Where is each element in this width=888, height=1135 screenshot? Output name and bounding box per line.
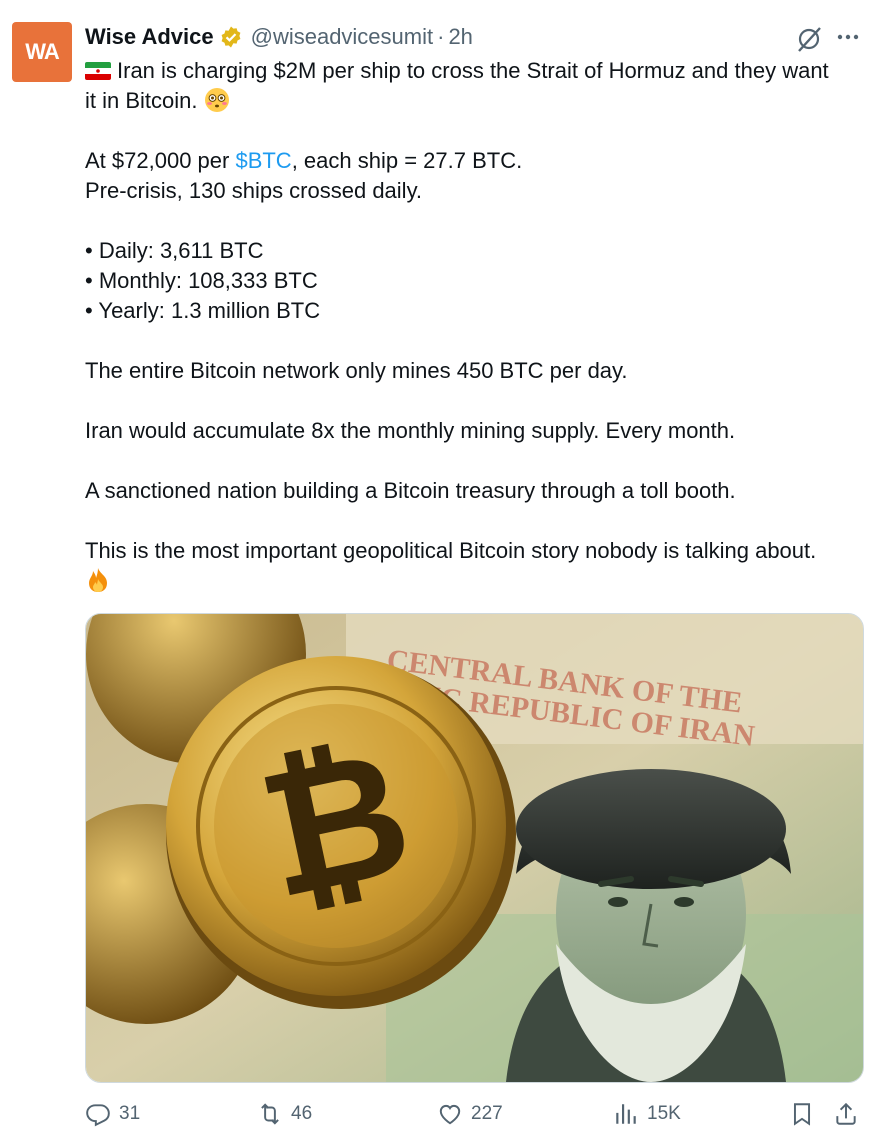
tweet-header: Wise Advice @wiseadvicesumit · 2h [85,22,473,52]
like-icon [439,1104,461,1125]
more-icon[interactable] [833,22,863,52]
cashtag-link[interactable]: $BTC [235,148,291,173]
views-icon [616,1104,636,1124]
author-name[interactable]: Wise Advice [85,24,214,50]
text-line-2: At $72,000 per $BTC, each ship = 27.7 BT… [85,146,845,176]
repost-button[interactable]: 46 [257,1098,312,1130]
reply-count: 31 [119,1103,141,1124]
reply-icon [86,1104,110,1127]
separator-dot: · [437,24,445,49]
repost-count: 46 [291,1103,313,1124]
like-button[interactable]: 227 [437,1098,503,1130]
text-line-2-post: , each ship = 27.7 BTC. [291,148,523,173]
text-line-3: Pre-crisis, 130 ships crossed daily. [85,178,423,203]
action-bar: 31 46 227 15K [85,1098,865,1130]
text-line-2-pre: At $72,000 per [85,148,236,173]
views-count: 15K [647,1103,681,1124]
repost-icon [261,1103,279,1125]
like-count: 227 [471,1103,503,1124]
tweet[interactable]: WA Wise Advice @wiseadvicesumit · 2h Ira… [0,0,888,1135]
tweet-text: Iran is charging $2M per ship to cross t… [85,56,845,596]
share-button[interactable] [833,1098,867,1130]
share-icon [836,1102,856,1125]
paragraph-1: The entire Bitcoin network only mines 45… [85,358,628,383]
reply-button[interactable]: 31 [85,1098,140,1130]
verified-icon [221,26,241,48]
text-line-1-content: Iran is charging $2M per ship to cross t… [85,58,829,113]
grok-icon[interactable] [794,24,824,54]
avatar[interactable]: WA [12,22,72,82]
paragraph-4: This is the most important geopolitical … [85,536,845,596]
bookmark-button[interactable] [789,1098,823,1130]
bookmark-icon [793,1103,811,1126]
bullet-daily: • Daily: 3,611 BTC [85,238,264,263]
flushed-emoji-icon [204,88,229,112]
tweet-image[interactable]: CENTRAL BANK OF THE AMIC REPUBLIC OF IRA… [85,613,864,1083]
paragraph-4-content: This is the most important geopolitical … [85,538,817,563]
timestamp[interactable]: 2h [448,24,472,50]
avatar-text: WA [25,39,59,64]
bullet-monthly: • Monthly: 108,333 BTC [85,268,318,293]
text-line-1: Iran is charging $2M per ship to cross t… [85,56,845,116]
iran-flag-icon [85,62,111,80]
views-button[interactable]: 15K [613,1098,681,1130]
fire-emoji-icon [89,568,107,592]
author-handle[interactable]: @wiseadvicesumit [251,24,434,50]
bullet-yearly: • Yearly: 1.3 million BTC [85,298,321,323]
paragraph-2: Iran would accumulate 8x the monthly min… [85,418,736,443]
bitcoin-banknote-illustration: CENTRAL BANK OF THE AMIC REPUBLIC OF IRA… [86,614,863,1082]
paragraph-3: A sanctioned nation building a Bitcoin t… [85,478,736,503]
